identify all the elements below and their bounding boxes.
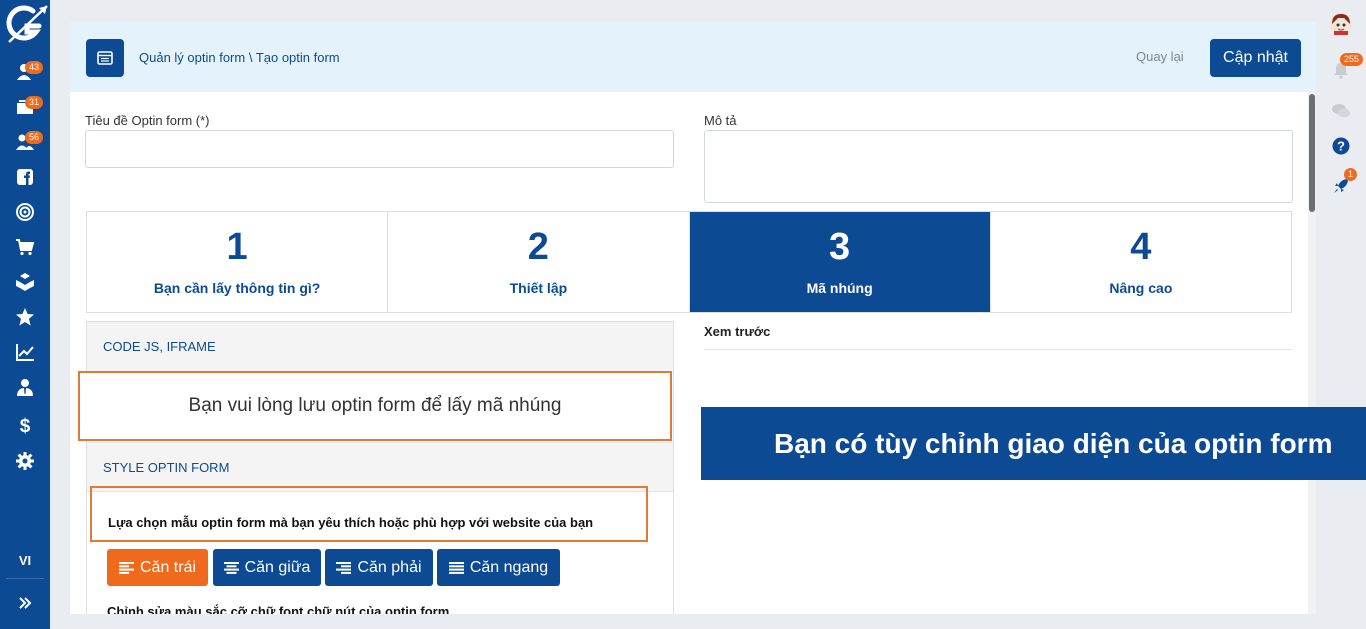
step-number: 4 <box>1130 226 1152 268</box>
form-list-button[interactable] <box>86 39 124 77</box>
right-rail: 255 ? 1 <box>1316 0 1366 629</box>
align-button-label: Căn trái <box>139 558 197 576</box>
cart-icon <box>16 239 35 256</box>
dollar-icon: $ <box>20 416 31 435</box>
scrollbar-thumb[interactable] <box>1309 94 1315 212</box>
help-icon: ? <box>1332 137 1350 155</box>
title-input[interactable] <box>85 130 674 168</box>
description-textarea[interactable] <box>704 130 1293 203</box>
align-center-button[interactable]: Căn giữa <box>213 549 321 586</box>
code-section-heading: CODE JS, IFRAME <box>87 322 673 372</box>
breadcrumb[interactable]: Quản lý optin form \ Tạo optin form <box>139 50 340 65</box>
sidebar-item-settings[interactable] <box>0 446 50 476</box>
facebook-icon <box>17 169 33 185</box>
step-label: Nâng cao <box>1109 280 1173 296</box>
step-tab-3[interactable]: 3 Mã nhúng <box>689 212 991 312</box>
chart-icon <box>16 344 34 361</box>
style-section-heading: STYLE OPTIN FORM <box>87 442 673 492</box>
user-tie-icon <box>17 379 33 396</box>
sidebar-item-cart[interactable] <box>0 232 50 262</box>
notifications-button[interactable]: 255 <box>1316 53 1366 83</box>
update-button[interactable]: Cập nhật <box>1210 39 1301 77</box>
align-button-label: Căn giữa <box>244 558 311 576</box>
sidebar: 43 31 56 $ VI <box>0 0 50 629</box>
sidebar-item-favorites[interactable] <box>0 302 50 332</box>
sidebar-item-users[interactable]: 56 <box>0 127 50 157</box>
sidebar-item-facebook[interactable] <box>0 162 50 192</box>
sidebar-item-reports[interactable] <box>0 337 50 367</box>
step-tab-2[interactable]: 2 Thiết lập <box>388 212 690 312</box>
avatar[interactable] <box>1316 11 1366 37</box>
inbox-badge: 31 <box>25 96 44 109</box>
rocket-badge: 1 <box>1344 168 1358 181</box>
expand-sidebar-button[interactable] <box>0 590 50 616</box>
users-badge: 56 <box>25 131 44 144</box>
preview-divider <box>704 349 1292 350</box>
align-center-icon <box>223 561 239 574</box>
embed-code-message: Bạn vui lòng lưu optin form để lấy mã nh… <box>78 371 672 441</box>
expand-icon <box>19 597 32 609</box>
target-icon <box>16 203 34 221</box>
align-right-button[interactable]: Căn phải <box>325 549 433 586</box>
align-left-button[interactable]: Căn trái <box>107 549 208 586</box>
color-instruction: Chỉnh sửa màu sắc cỡ chữ font chữ nút củ… <box>107 604 450 614</box>
align-button-label: Căn phải <box>357 558 422 576</box>
sidebar-item-inbox[interactable]: 31 <box>0 92 50 122</box>
sidebar-item-contacts[interactable]: 43 <box>0 57 50 87</box>
back-link[interactable]: Quay lại <box>1136 49 1184 64</box>
sidebar-item-finance[interactable]: $ <box>0 410 50 440</box>
rocket-button[interactable]: 1 <box>1316 168 1366 199</box>
step-number: 1 <box>226 226 248 268</box>
step-tab-4[interactable]: 4 Nâng cao <box>990 212 1291 312</box>
boxes-icon <box>16 273 34 291</box>
title-label: Tiêu đề Optin form (*) <box>85 113 210 128</box>
logo-icon[interactable] <box>3 2 49 48</box>
star-icon <box>16 308 34 326</box>
notifications-badge: 255 <box>1340 53 1364 66</box>
step-tabs: 1 Bạn cần lấy thông tin gì? 2 Thiết lập … <box>86 211 1292 313</box>
help-button[interactable]: ? <box>1316 133 1366 159</box>
align-justify-icon <box>448 561 464 574</box>
align-horizontal-button[interactable]: Căn ngang <box>437 549 560 586</box>
chat-icon <box>1332 104 1350 118</box>
sidebar-item-products[interactable] <box>0 267 50 297</box>
language-switch[interactable]: VI <box>0 553 50 568</box>
description-label: Mô tả <box>704 113 737 128</box>
step-number: 2 <box>527 226 549 268</box>
promo-banner: Bạn có tùy chỉnh giao diện của optin for… <box>701 407 1366 480</box>
align-button-label: Căn ngang <box>469 558 549 576</box>
chat-button[interactable] <box>1316 98 1366 124</box>
sidebar-item-staff[interactable] <box>0 372 50 402</box>
style-instruction: Lựa chọn mẫu optin form mà bạn yêu thích… <box>90 486 648 542</box>
step-label: Mã nhúng <box>806 280 873 296</box>
align-right-icon <box>336 561 352 574</box>
sidebar-divider <box>6 578 44 579</box>
gear-icon <box>16 452 34 470</box>
contacts-badge: 43 <box>25 61 44 74</box>
preview-heading: Xem trước <box>704 324 771 339</box>
sidebar-item-target[interactable] <box>0 197 50 227</box>
form-icon <box>97 51 113 65</box>
svg-text:$: $ <box>20 416 31 435</box>
step-tab-1[interactable]: 1 Bạn cần lấy thông tin gì? <box>87 212 389 312</box>
page-header: Quản lý optin form \ Tạo optin form Quay… <box>70 22 1316 92</box>
main-panel: Quản lý optin form \ Tạo optin form Quay… <box>70 22 1316 614</box>
svg-text:?: ? <box>1337 139 1345 154</box>
step-label: Thiết lập <box>509 280 568 296</box>
vertical-scrollbar[interactable] <box>1308 92 1316 614</box>
step-label: Bạn cần lấy thông tin gì? <box>153 280 321 296</box>
align-left-icon <box>118 561 134 574</box>
step-number: 3 <box>829 226 851 268</box>
